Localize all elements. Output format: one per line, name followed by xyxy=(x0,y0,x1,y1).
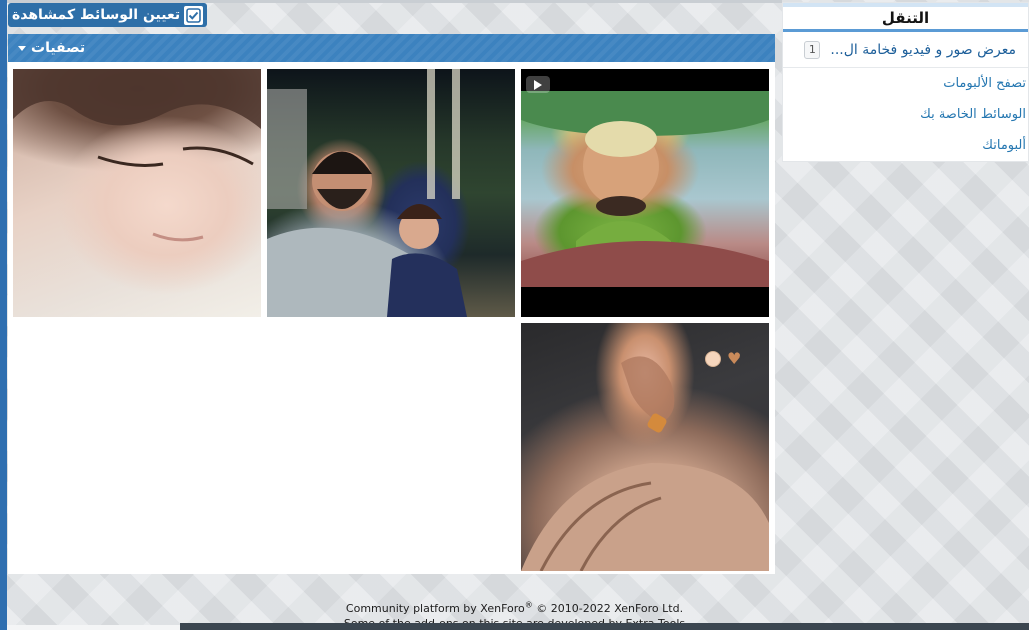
navigation-title: التنقل xyxy=(783,3,1028,32)
media-item-hair-clip[interactable]: ♥ xyxy=(521,323,769,571)
registered-mark: ® xyxy=(524,600,533,609)
media-item-girl-closeup[interactable] xyxy=(13,69,261,317)
nav-item-browse-albums-label: تصفح الألبومات xyxy=(943,76,1026,91)
mark-media-viewed-button[interactable]: تعيين الوسائط كمشاهدة xyxy=(8,3,207,27)
man-and-child-thumbnail xyxy=(267,69,467,317)
nav-item-your-media-label: الوسائط الخاصة بك xyxy=(920,107,1026,122)
xenforo-link[interactable]: Community platform by XenForo® © 2010-20… xyxy=(345,600,684,615)
bottom-dark-bar xyxy=(180,623,1029,630)
nav-item-your-albums-label: ألبوماتك xyxy=(982,138,1026,153)
media-item-animated-video[interactable] xyxy=(521,69,769,317)
filters-label: تصفيات xyxy=(31,40,86,56)
mark-media-viewed-label: تعيين الوسائط كمشاهدة xyxy=(12,7,181,23)
left-watermark-strip xyxy=(0,0,7,630)
nav-item-gallery[interactable]: معرض صور و فيديو فخامة ال... 1 xyxy=(783,32,1028,68)
nav-item-gallery-label: معرض صور و فيديو فخامة ال... xyxy=(830,41,1016,58)
nav-item-gallery-count: 1 xyxy=(804,40,821,59)
filters-toggle[interactable]: تصفيات xyxy=(8,34,775,62)
caret-down-icon xyxy=(18,45,26,51)
checkbox-checked-icon xyxy=(184,5,203,25)
pleading-face-icon xyxy=(705,351,721,367)
girl-closeup-thumbnail xyxy=(13,69,261,242)
media-item-man-and-child[interactable] xyxy=(267,69,515,317)
nav-item-your-media[interactable]: الوسائط الخاصة بك xyxy=(783,99,1028,130)
brown-heart-icon: ♥ xyxy=(727,349,742,368)
media-panel: تصفيات ♥ xyxy=(8,34,775,574)
footer-copyright-text-b: © 2010-2022 XenForo Ltd. xyxy=(532,601,684,615)
footer-copyright: Community platform by XenForo® © 2010-20… xyxy=(0,600,1029,615)
navigation-panel: التنقل معرض صور و فيديو فخامة ال... 1 تص… xyxy=(782,2,1029,162)
nav-item-browse-albums[interactable]: تصفح الألبومات xyxy=(783,68,1028,99)
video-thumbnail xyxy=(521,76,769,287)
youtube-icon xyxy=(526,76,550,93)
nav-item-your-albums[interactable]: ألبوماتك xyxy=(783,130,1028,161)
bottom-left-bar xyxy=(7,625,180,630)
footer-copyright-text-a: Community platform by XenForo xyxy=(345,601,525,615)
